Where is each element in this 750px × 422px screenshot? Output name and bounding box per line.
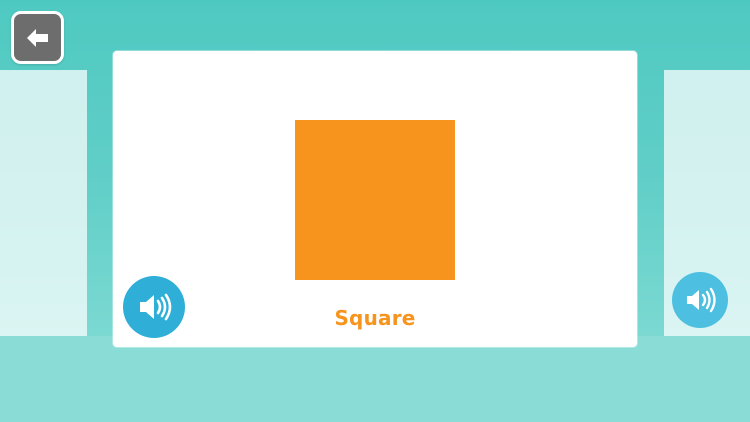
play-sound-button[interactable] [123,276,185,338]
speaker-icon [140,293,172,321]
back-button[interactable] [11,11,64,64]
previous-card-preview[interactable] [0,70,87,336]
shape-square [295,120,455,280]
bottom-background-band [0,336,750,422]
next-card-sound-button[interactable] [672,272,728,328]
shape-label: Square [334,306,416,330]
speaker-icon [687,287,716,313]
back-arrow-icon [26,28,48,47]
shape-card: Square [113,51,637,347]
app-screen: Square [0,0,750,422]
